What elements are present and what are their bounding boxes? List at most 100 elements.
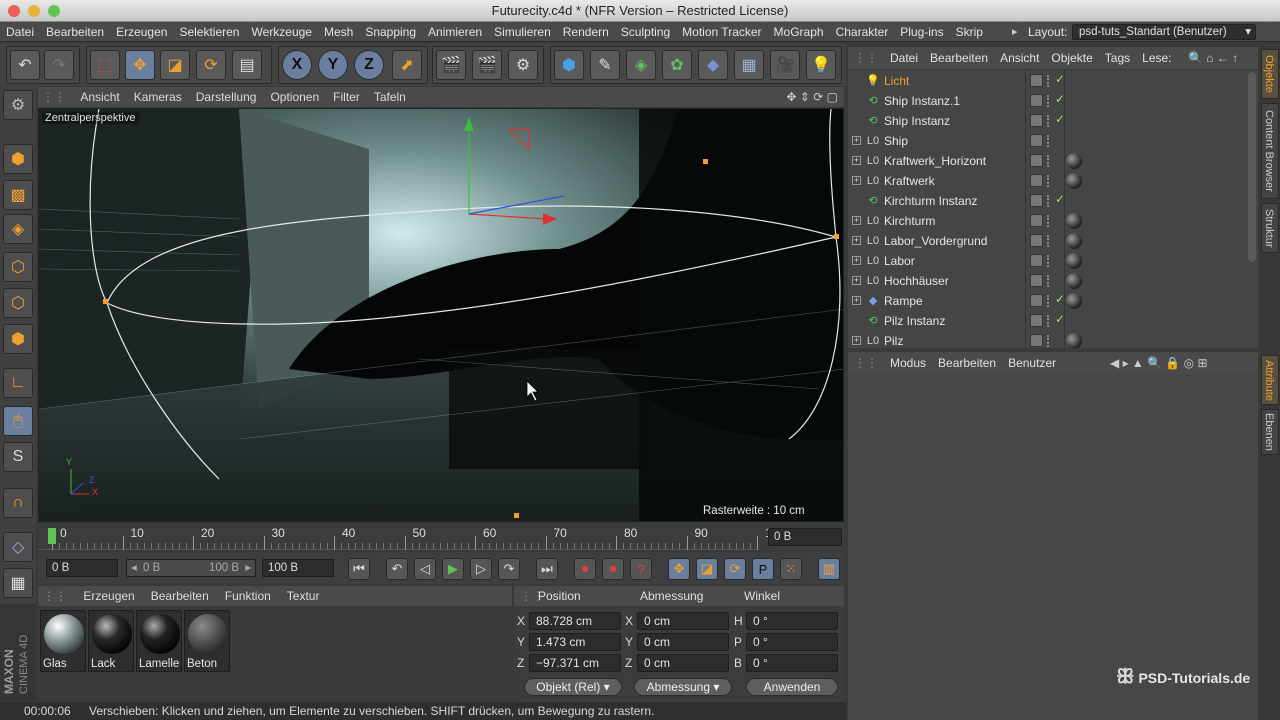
object-menu-item[interactable]: Tags bbox=[1099, 47, 1136, 69]
workplane-lock-icon[interactable]: ◇ bbox=[3, 532, 33, 562]
menu-item[interactable]: Animieren bbox=[422, 22, 488, 42]
object-row[interactable]: ⟲ Pilz Instanz ✓ bbox=[848, 311, 1246, 331]
layer-color-swatch[interactable] bbox=[1030, 74, 1043, 87]
size-x-field[interactable]: 0 cm bbox=[637, 612, 729, 630]
visibility-dots-icon[interactable] bbox=[1047, 195, 1050, 207]
visibility-dots-icon[interactable] bbox=[1047, 135, 1050, 147]
object-menu-item[interactable]: Datei bbox=[884, 47, 924, 69]
layer-color-swatch[interactable] bbox=[1030, 274, 1043, 287]
edges-mode-icon[interactable]: ⬡ bbox=[3, 288, 33, 318]
z-axis-lock-button[interactable]: Z bbox=[354, 50, 384, 80]
tab-objekte[interactable]: Objekte bbox=[1261, 49, 1279, 99]
expand-icon[interactable]: + bbox=[852, 216, 861, 225]
object-row[interactable]: ⟲ Ship Instanz ✓ bbox=[848, 111, 1246, 131]
viewport-menu-item[interactable]: Kameras bbox=[127, 87, 189, 107]
material-tag-icon[interactable] bbox=[1066, 153, 1082, 169]
undo-icon[interactable]: ↶ bbox=[10, 50, 40, 80]
render-view-icon[interactable]: 🎬 bbox=[436, 50, 466, 80]
quantize-icon[interactable]: ▦ bbox=[3, 568, 33, 598]
enabled-check-icon[interactable]: ✓ bbox=[1055, 112, 1065, 126]
magnet-icon[interactable]: ∩ bbox=[3, 488, 33, 518]
close-window-button[interactable] bbox=[8, 5, 20, 17]
viewport-menu-item[interactable]: Tafeln bbox=[367, 87, 413, 107]
autokey-icon[interactable]: ⏺ bbox=[602, 558, 624, 580]
timeline-filmstrip-icon[interactable]: ▥ bbox=[818, 558, 840, 580]
object-row[interactable]: + L0 Pilz bbox=[848, 331, 1246, 348]
enabled-check-icon[interactable]: ✓ bbox=[1055, 92, 1065, 106]
object-menu-item[interactable]: Ansicht bbox=[994, 47, 1045, 69]
object-row[interactable]: + L0 Hochhäuser bbox=[848, 271, 1246, 291]
layer-color-swatch[interactable] bbox=[1030, 334, 1043, 347]
minimize-window-button[interactable] bbox=[28, 5, 40, 17]
visibility-dots-icon[interactable] bbox=[1047, 235, 1050, 247]
expand-icon[interactable]: + bbox=[852, 256, 861, 265]
deformer-icon[interactable]: ◆ bbox=[698, 50, 728, 80]
menu-item[interactable]: Werkzeuge bbox=[245, 22, 317, 42]
object-list-scrollbar[interactable] bbox=[1248, 72, 1256, 262]
material-tag-icon[interactable] bbox=[1066, 213, 1082, 229]
apply-button[interactable]: Anwenden bbox=[746, 678, 838, 696]
menu-item[interactable]: Skrip bbox=[950, 22, 989, 42]
cube-icon[interactable]: ⬢ bbox=[554, 50, 584, 80]
expand-icon[interactable]: + bbox=[852, 276, 861, 285]
angle-h-field[interactable]: 0 ° bbox=[746, 612, 838, 630]
layout-select[interactable]: psd-tuts_Standart (Benutzer) ▾ bbox=[1072, 24, 1256, 40]
menu-item[interactable]: Simulieren bbox=[488, 22, 557, 42]
frame-range-slider[interactable]: ◂ 0 B 100 B ▸ bbox=[126, 559, 256, 577]
menu-item[interactable]: Mesh bbox=[318, 22, 359, 42]
material-swatch[interactable]: Lack bbox=[88, 610, 134, 672]
object-row[interactable]: + L0 Ship bbox=[848, 131, 1246, 151]
object-manager-tools[interactable]: 🔍 ⌂ ← ↑ bbox=[1188, 47, 1238, 69]
enabled-check-icon[interactable]: ✓ bbox=[1055, 292, 1065, 306]
enabled-check-icon[interactable]: ✓ bbox=[1055, 192, 1065, 206]
coordinate-system-icon[interactable]: ⬈ bbox=[392, 50, 422, 80]
size-z-field[interactable]: 0 cm bbox=[637, 654, 729, 672]
layer-color-swatch[interactable] bbox=[1030, 214, 1043, 227]
y-axis-lock-button[interactable]: Y bbox=[318, 50, 348, 80]
tab-attribute[interactable]: Attribute bbox=[1261, 355, 1279, 405]
object-row[interactable]: + ◆ Rampe ✓ bbox=[848, 291, 1246, 311]
menu-item[interactable]: Plug-ins bbox=[894, 22, 949, 42]
layer-color-swatch[interactable] bbox=[1030, 94, 1043, 107]
texture-mode-icon[interactable]: ▩ bbox=[3, 180, 33, 210]
object-row[interactable]: + L0 Labor_Vordergrund bbox=[848, 231, 1246, 251]
snapping-icon[interactable]: S bbox=[3, 442, 33, 472]
previous-key-icon[interactable]: ↶ bbox=[386, 558, 408, 580]
model-mode-icon[interactable]: ⬢ bbox=[3, 144, 33, 174]
material-swatch[interactable]: Beton bbox=[184, 610, 230, 672]
material-tag-icon[interactable] bbox=[1066, 333, 1082, 348]
visibility-dots-icon[interactable] bbox=[1047, 75, 1050, 87]
light-bulb-icon[interactable]: 💡 bbox=[806, 50, 836, 80]
expand-icon[interactable]: + bbox=[852, 296, 861, 305]
render-picture-viewer-icon[interactable]: 🎬 bbox=[472, 50, 502, 80]
recent-tools-icon[interactable]: ▤ bbox=[232, 50, 262, 80]
workplane-icon[interactable]: ◈ bbox=[3, 214, 33, 244]
object-row[interactable]: + L0 Kraftwerk_Horizont bbox=[848, 151, 1246, 171]
playhead-marker[interactable] bbox=[48, 528, 56, 544]
previous-frame-icon[interactable]: ◁ bbox=[414, 558, 436, 580]
material-swatch[interactable]: Glas bbox=[40, 610, 86, 672]
viewport-menu-item[interactable]: Ansicht bbox=[73, 87, 126, 107]
angle-p-field[interactable]: 0 ° bbox=[746, 633, 838, 651]
drag-handle-icon[interactable]: ⋮⋮ bbox=[848, 47, 884, 69]
material-tag-icon[interactable] bbox=[1066, 233, 1082, 249]
layer-color-swatch[interactable] bbox=[1030, 174, 1043, 187]
menu-item[interactable]: Bearbeiten bbox=[40, 22, 110, 42]
end-frame-field[interactable]: 100 B bbox=[262, 559, 334, 577]
play-icon[interactable]: ▶ bbox=[442, 558, 464, 580]
menu-item[interactable]: Motion Tracker bbox=[676, 22, 767, 42]
menu-item[interactable]: Charakter bbox=[830, 22, 895, 42]
visibility-dots-icon[interactable] bbox=[1047, 315, 1050, 327]
render-settings-icon[interactable]: ⚙ bbox=[508, 50, 538, 80]
layer-color-swatch[interactable] bbox=[1030, 134, 1043, 147]
material-tag-icon[interactable] bbox=[1066, 273, 1082, 289]
visibility-dots-icon[interactable] bbox=[1047, 155, 1050, 167]
viewport-menu-item[interactable]: Filter bbox=[326, 87, 367, 107]
material-swatch[interactable]: Lamelle bbox=[136, 610, 182, 672]
viewport-navigation-icons[interactable]: ✥ ⇕ ⟳ ▢ bbox=[786, 87, 838, 107]
record-parameter-icon[interactable]: P bbox=[752, 558, 774, 580]
x-axis-lock-button[interactable]: X bbox=[282, 50, 312, 80]
menu-overflow-arrow-icon[interactable]: ▸ bbox=[1012, 22, 1018, 42]
visibility-dots-icon[interactable] bbox=[1047, 95, 1050, 107]
expand-icon[interactable]: + bbox=[852, 336, 861, 345]
